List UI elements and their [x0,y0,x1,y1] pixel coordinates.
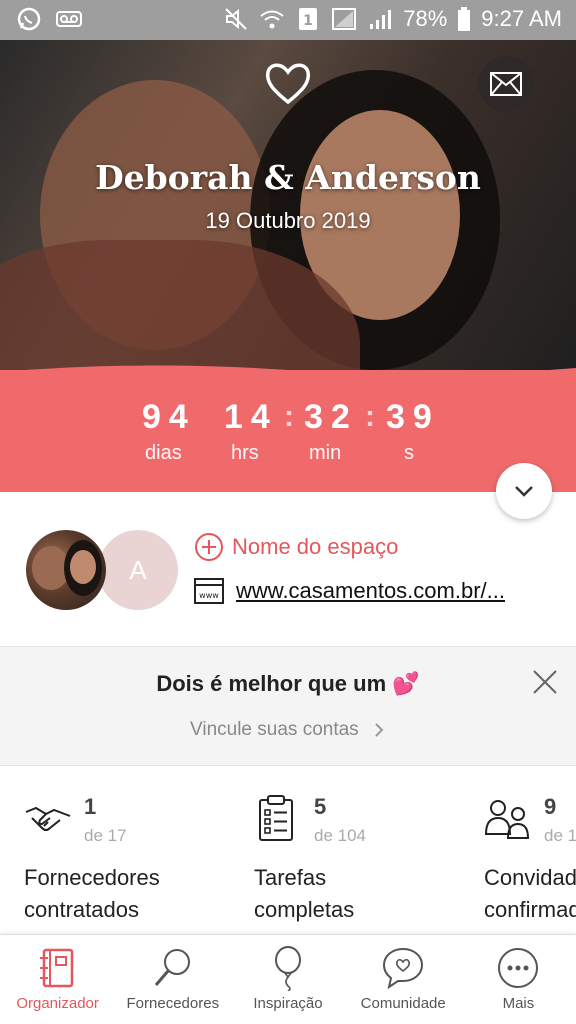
balloon-icon [275,946,301,991]
stat-count: 1 [84,794,97,819]
envelope-icon [490,72,522,96]
countdown-hours-label: hrs [231,442,259,464]
expand-button[interactable] [496,463,552,519]
whatsapp-icon [17,7,41,31]
chevron-down-icon [515,486,533,497]
messages-button[interactable] [478,56,534,112]
no-signal-icon [332,8,357,30]
countdown-hours: 14 [224,398,278,436]
guests-icon [484,800,530,839]
nav-inspiration[interactable]: Inspiração [230,935,345,1024]
stat-label: Fornecedores contratados [24,865,160,922]
voicemail-icon [56,11,82,27]
svg-text:1: 1 [303,13,313,29]
handshake-icon [25,806,71,831]
stat-label: Convidados confirmados [484,865,576,922]
plus-circle-icon [195,533,223,561]
countdown-seconds-label: s [404,442,414,464]
link-accounts-label: Vincule suas contas [190,719,359,740]
stat-total: de 104 [314,826,366,845]
add-venue-link[interactable]: Nome do espaço [194,532,398,562]
magnifier-icon [154,949,190,986]
close-icon[interactable] [530,667,560,697]
stat-total: de 17 [84,826,127,845]
website-icon: www [194,578,224,604]
website-url: www.casamentos.com.br/... [236,578,505,603]
nav-label: Comunidade [360,995,446,1012]
nav-more[interactable]: Mais [461,935,576,1024]
banner-title: Dois é melhor que um 💕 [156,671,420,696]
nav-label: Mais [502,995,535,1012]
wedding-date: 19 Outubro 2019 [205,208,371,233]
partner-avatar[interactable]: A [98,530,178,610]
couple-names: Deborah & Anderson [95,158,481,197]
nav-label: Inspiração [253,995,323,1012]
wedding-website-link[interactable]: www www.casamentos.com.br/... [194,578,505,604]
sim-icon: 1 [299,8,318,30]
clock: 9:27 AM [481,6,562,31]
chat-heart-icon [383,947,424,990]
nav-label: Organizador [16,995,99,1012]
countdown-days: 94 [142,398,196,436]
stat-count: 5 [314,794,327,819]
avatar-face-right [70,550,96,584]
status-bar: 1 78% 9:27 AM [0,0,576,40]
battery-percent: 78% [403,6,448,31]
battery-icon [458,7,471,31]
couple-photo-header: Deborah & Anderson 19 Outubro 2019 [0,40,576,380]
status-system: 1 78% 9:27 AM [223,6,562,32]
nav-organizer[interactable]: Organizador [0,935,115,1024]
stat-total: de 1 [544,826,576,845]
nav-community[interactable]: Comunidade [346,935,461,1024]
nav-vendors[interactable]: Fornecedores [115,935,230,1024]
signal-icon [370,10,392,29]
status-notifications [16,6,82,32]
couple-avatar[interactable] [26,530,106,610]
svg-text:www: www [199,591,219,600]
countdown-separator: : [365,400,375,433]
countdown-minutes: 32 [304,398,358,436]
nav-label: Fornecedores [126,995,220,1012]
link-accounts-link[interactable]: Vincule suas contas [0,719,576,741]
bottom-navigation: Organizador Fornecedores Inspiração Comu… [0,934,576,1024]
countdown-seconds: 39 [386,398,440,436]
link-accounts-banner: Dois é melhor que um 💕 Vincule suas cont… [0,646,576,766]
wifi-icon [260,10,284,29]
venue-name-label: Nome do espaço [232,534,399,559]
countdown-days-label: dias [145,442,182,464]
more-icon [498,948,539,988]
heart-icon[interactable] [263,60,313,106]
notebook-icon [39,948,73,988]
countdown-separator: : [284,400,294,433]
stat-count: 9 [544,794,557,819]
mute-icon [225,8,247,30]
clipboard-checklist-icon [259,795,293,841]
stat-label: Tarefas completas [254,865,355,922]
chevron-right-icon [375,723,384,737]
countdown-minutes-label: min [309,442,342,464]
countdown-wave [0,365,576,390]
